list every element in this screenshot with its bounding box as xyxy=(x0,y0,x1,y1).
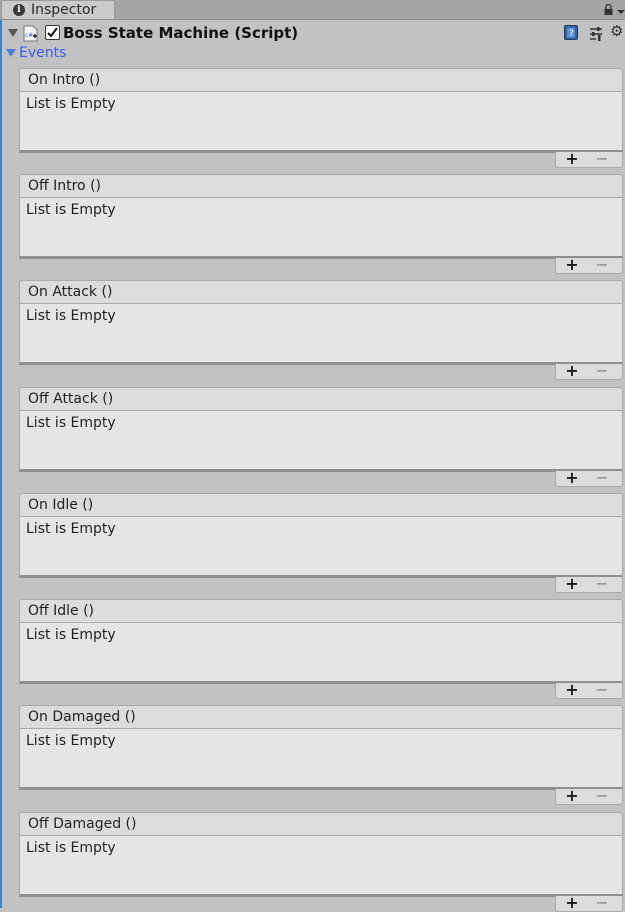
empty-list-text: List is Empty xyxy=(26,96,116,112)
events-foldout[interactable]: Events xyxy=(2,45,625,61)
empty-list-text: List is Empty xyxy=(26,521,116,537)
selection-accent-bar xyxy=(0,20,2,908)
event-list-on-damaged: On Damaged () List is Empty + − xyxy=(19,705,623,805)
remove-listener-button[interactable]: − xyxy=(594,257,610,273)
event-footer: + − xyxy=(555,576,623,593)
script-icon: c# xyxy=(23,25,38,42)
tab-menu-icon[interactable] xyxy=(617,4,625,14)
add-listener-button[interactable]: + xyxy=(564,895,580,911)
event-list-on-intro: On Intro () List is Empty + − xyxy=(19,68,623,168)
remove-listener-button[interactable]: − xyxy=(594,895,610,911)
remove-listener-button[interactable]: − xyxy=(594,682,610,698)
remove-listener-button[interactable]: − xyxy=(594,470,610,486)
add-listener-button[interactable]: + xyxy=(564,257,580,273)
event-footer: + − xyxy=(555,151,623,168)
add-listener-button[interactable]: + xyxy=(564,682,580,698)
component-header: c# Boss State Machine (Script) ? ⚙ xyxy=(2,21,625,45)
event-header: On Attack () xyxy=(19,280,623,304)
event-header: On Idle () xyxy=(19,493,623,517)
empty-list-text: List is Empty xyxy=(26,308,116,324)
events-foldout-icon[interactable] xyxy=(6,49,16,57)
remove-listener-button[interactable]: − xyxy=(594,788,610,804)
event-footer: + − xyxy=(555,895,623,912)
add-listener-button[interactable]: + xyxy=(564,151,580,167)
event-footer: + − xyxy=(555,682,623,699)
event-header: Off Intro () xyxy=(19,174,623,198)
add-listener-button[interactable]: + xyxy=(564,576,580,592)
event-list-on-idle: On Idle () List is Empty + − xyxy=(19,493,623,593)
event-list-on-attack: On Attack () List is Empty + − xyxy=(19,280,623,380)
remove-listener-button[interactable]: − xyxy=(594,576,610,592)
event-footer: + − xyxy=(555,470,623,487)
event-body: List is Empty xyxy=(19,622,623,684)
event-footer: + − xyxy=(555,363,623,380)
event-body: List is Empty xyxy=(19,303,623,365)
event-title: On Attack () xyxy=(28,284,113,300)
event-header: Off Damaged () xyxy=(19,812,623,836)
event-header: Off Attack () xyxy=(19,387,623,411)
event-list-off-intro: Off Intro () List is Empty + − xyxy=(19,174,623,274)
event-header: On Intro () xyxy=(19,68,623,92)
remove-listener-button[interactable]: − xyxy=(594,363,610,379)
component-title: Boss State Machine (Script) xyxy=(63,24,299,42)
event-footer: + − xyxy=(555,788,623,805)
inspector-tabbar: i Inspector xyxy=(0,0,625,20)
remove-listener-button[interactable]: − xyxy=(594,151,610,167)
event-list-off-idle: Off Idle () List is Empty + − xyxy=(19,599,623,699)
event-body: List is Empty xyxy=(19,835,623,897)
event-title: Off Attack () xyxy=(28,391,114,407)
empty-list-text: List is Empty xyxy=(26,840,116,856)
event-title: On Idle () xyxy=(28,497,94,513)
empty-list-text: List is Empty xyxy=(26,627,116,643)
event-list-off-damaged: Off Damaged () List is Empty + − xyxy=(19,812,623,912)
gear-icon[interactable]: ⚙ xyxy=(610,23,625,40)
event-body: List is Empty xyxy=(19,91,623,153)
svg-text:c#: c# xyxy=(25,32,33,39)
inspector-tab[interactable]: i Inspector xyxy=(1,0,115,19)
events-label: Events xyxy=(19,45,67,61)
help-book-icon[interactable]: ? xyxy=(563,24,580,41)
event-title: Off Idle () xyxy=(28,603,95,619)
add-listener-button[interactable]: + xyxy=(564,470,580,486)
add-listener-button[interactable]: + xyxy=(564,788,580,804)
event-list-off-attack: Off Attack () List is Empty + − xyxy=(19,387,623,487)
component-enabled-checkbox[interactable] xyxy=(45,25,60,40)
event-title: Off Damaged () xyxy=(28,816,137,832)
svg-text:?: ? xyxy=(569,29,574,39)
event-header: Off Idle () xyxy=(19,599,623,623)
empty-list-text: List is Empty xyxy=(26,733,116,749)
event-header: On Damaged () xyxy=(19,705,623,729)
event-body: List is Empty xyxy=(19,728,623,790)
lock-icon[interactable] xyxy=(604,4,613,15)
info-icon: i xyxy=(13,4,25,16)
empty-list-text: List is Empty xyxy=(26,202,116,218)
add-listener-button[interactable]: + xyxy=(564,363,580,379)
event-title: On Intro () xyxy=(28,72,101,88)
event-title: Off Intro () xyxy=(28,178,101,194)
event-body: List is Empty xyxy=(19,516,623,578)
event-footer: + − xyxy=(555,257,623,274)
event-body: List is Empty xyxy=(19,410,623,472)
event-body: List is Empty xyxy=(19,197,623,259)
event-title: On Damaged () xyxy=(28,709,136,725)
empty-list-text: List is Empty xyxy=(26,415,116,431)
component-foldout-icon[interactable] xyxy=(8,29,18,37)
inspector-tab-label: Inspector xyxy=(31,2,97,18)
preset-sliders-icon[interactable] xyxy=(588,25,604,41)
